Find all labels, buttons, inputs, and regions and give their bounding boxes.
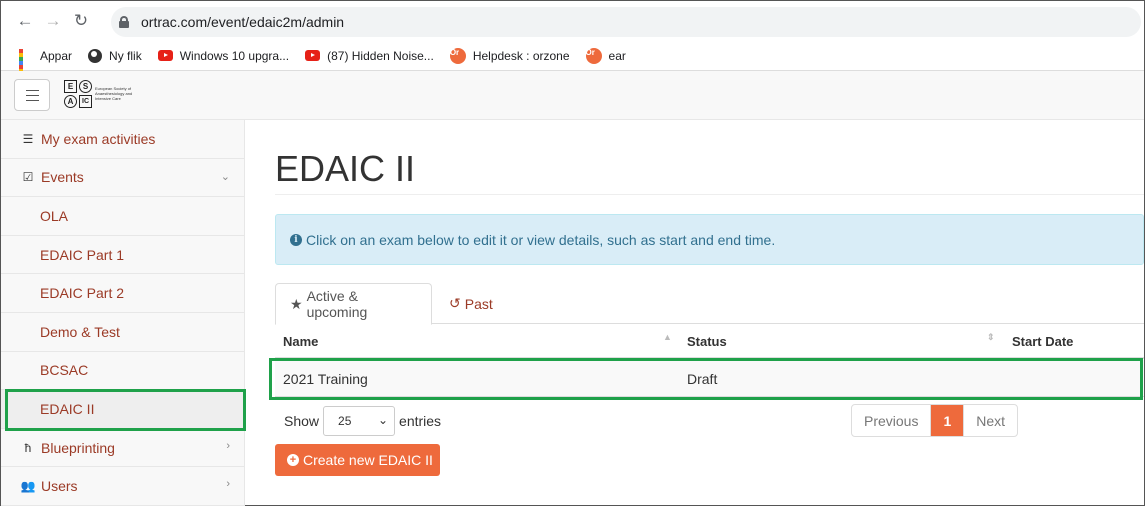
- logo-letter: E: [64, 80, 77, 93]
- youtube-icon: [305, 50, 321, 61]
- column-header-name[interactable]: Name: [283, 334, 318, 349]
- globe-icon: [88, 48, 103, 63]
- table-header: Name ▲ Status ⇕ Start Date: [275, 324, 1144, 359]
- sidebar-item-label: EDAIC Part 2: [40, 285, 125, 302]
- sidebar-item-edaic-part-2[interactable]: EDAIC Part 2: [1, 274, 244, 313]
- sidebar-item-label: BCSAC: [40, 362, 89, 379]
- logo-letter: IC: [79, 95, 92, 108]
- sidebar-item-edaic-part-1[interactable]: EDAIC Part 1: [1, 236, 244, 275]
- lock-icon: [119, 16, 129, 28]
- sidebar-item-label: Events: [41, 169, 84, 186]
- menu-toggle-button[interactable]: [14, 79, 50, 111]
- divider: [275, 194, 1144, 195]
- bookmark-helpdesk[interactable]: Or Helpdesk : orzone: [449, 47, 570, 64]
- cell-name[interactable]: 2021 Training: [283, 371, 368, 387]
- pagination: Previous 1 Next: [851, 404, 1019, 437]
- bookmark-ny-flik[interactable]: Ny flik: [88, 48, 142, 63]
- sidebar-item-demo-test[interactable]: Demo & Test: [1, 313, 244, 352]
- users-icon: 👥: [20, 479, 36, 494]
- bookmark-label: Ny flik: [109, 48, 142, 63]
- blueprint-icon: ħ: [24, 440, 32, 455]
- create-button-label: Create new EDAIC II: [303, 452, 433, 468]
- create-new-edaic-ii-button[interactable]: + Create new EDAIC II: [275, 444, 440, 476]
- bookmark-ear[interactable]: Or ear: [585, 47, 626, 64]
- bookmark-hidden-noise[interactable]: (87) Hidden Noise...: [305, 49, 434, 63]
- history-icon: ↺: [449, 295, 461, 311]
- address-bar[interactable]: ortrac.com/event/edaic2m/admin: [111, 7, 1141, 37]
- sidebar-item-label: EDAIC Part 1: [40, 246, 125, 263]
- bookmark-label: Helpdesk : orzone: [472, 48, 570, 63]
- sidebar-item-edaic-ii[interactable]: EDAIC II: [1, 390, 244, 429]
- tab-label: Past: [464, 295, 493, 312]
- info-alert: i Click on an exam below to edit it or v…: [275, 214, 1144, 265]
- app-header: E S A IC European Society of Anaesthesio…: [1, 71, 1144, 120]
- sort-ascending-icon[interactable]: ▲: [663, 332, 672, 342]
- ortrac-icon: Or: [449, 47, 466, 64]
- esaic-logo[interactable]: E S A IC European Society of Anaesthesio…: [64, 80, 144, 110]
- ortrac-icon: Or: [585, 47, 602, 64]
- back-icon[interactable]: ←: [11, 7, 39, 35]
- tab-bar: ★ Active & upcoming ↺ Past: [275, 283, 1144, 325]
- column-header-status[interactable]: Status: [687, 334, 727, 349]
- entries-label: entries: [399, 413, 442, 429]
- pagination-previous-button[interactable]: Previous: [852, 405, 932, 436]
- pagination-page-button[interactable]: 1: [931, 405, 965, 436]
- tab-active-upcoming[interactable]: ★ Active & upcoming: [275, 283, 432, 325]
- sidebar-item-events[interactable]: ☑ Events ⌄: [1, 159, 244, 198]
- sidebar-item-label: OLA: [40, 207, 69, 224]
- show-label: Show: [284, 413, 320, 429]
- sidebar: ☰ My exam activities ☑ Events ⌄ OLA EDAI…: [1, 120, 245, 506]
- sidebar-item-label: Blueprinting: [41, 439, 115, 456]
- entries-length-control: Show 25 ⌄ entries: [284, 406, 441, 436]
- bookmark-appar[interactable]: Appar: [19, 48, 73, 85]
- sidebar-item-label: My exam activities: [41, 130, 156, 147]
- logo-letter: S: [79, 80, 92, 93]
- chevron-down-icon: ⌄: [220, 170, 230, 183]
- bookmark-label: Appar: [40, 48, 73, 63]
- logo-text: European Society of Anaesthesiology and …: [95, 86, 133, 101]
- sidebar-item-users[interactable]: 👥 Users ›: [1, 467, 244, 506]
- bookmark-label: Windows 10 upgra...: [179, 48, 290, 63]
- tab-past[interactable]: ↺ Past: [435, 283, 507, 324]
- sidebar-item-bcsac[interactable]: BCSAC: [1, 352, 244, 391]
- column-header-start-date[interactable]: Start Date: [1012, 334, 1073, 349]
- entries-select[interactable]: 25 ⌄: [323, 406, 396, 436]
- list-icon: ☰: [22, 131, 34, 146]
- plus-circle-icon: +: [287, 454, 299, 466]
- sidebar-item-label: Users: [41, 478, 78, 495]
- sidebar-item-blueprinting[interactable]: ħ Blueprinting ›: [1, 429, 244, 468]
- forward-icon[interactable]: →: [39, 7, 67, 35]
- reload-icon[interactable]: ↻: [67, 7, 95, 35]
- bookmark-label: (87) Hidden Noise...: [327, 48, 434, 63]
- sidebar-item-label: EDAIC II: [40, 400, 95, 417]
- entries-select-value: 25: [338, 414, 352, 428]
- youtube-icon: [157, 50, 173, 61]
- tab-label: Active & upcoming: [306, 288, 368, 320]
- sidebar-item-label: Demo & Test: [40, 323, 120, 340]
- bookmark-label: ear: [608, 48, 626, 63]
- sort-icon[interactable]: ⇕: [987, 332, 995, 343]
- info-icon: i: [290, 233, 302, 246]
- chevron-down-icon: ⌄: [377, 413, 389, 427]
- sidebar-item-my-exam-activities[interactable]: ☰ My exam activities: [1, 120, 244, 159]
- alert-text: Click on an exam below to edit it or vie…: [306, 231, 776, 248]
- checkbox-icon: ☑: [22, 170, 34, 185]
- main-content: EDAIC II i Click on an exam below to edi…: [246, 120, 1144, 506]
- chevron-right-icon: ›: [226, 478, 230, 491]
- bookmarks-bar: Appar Ny flik Windows 10 upgra... (87) H…: [1, 41, 1144, 85]
- pagination-next-button[interactable]: Next: [964, 405, 1017, 436]
- apps-grid-icon: [19, 48, 33, 85]
- chevron-right-icon: ›: [226, 439, 230, 452]
- bookmark-windows-10[interactable]: Windows 10 upgra...: [157, 48, 290, 63]
- table-row[interactable]: 2021 Training Draft: [275, 360, 1144, 397]
- url-text[interactable]: ortrac.com/event/edaic2m/admin: [141, 14, 344, 30]
- star-icon: ★: [290, 295, 303, 312]
- cell-status: Draft: [687, 371, 718, 387]
- sidebar-item-ola[interactable]: OLA: [1, 197, 244, 236]
- browser-toolbar: ← → ↻ ortrac.com/event/edaic2m/admin: [1, 1, 1144, 41]
- page-title: EDAIC II: [275, 148, 416, 189]
- logo-letter: A: [64, 95, 77, 108]
